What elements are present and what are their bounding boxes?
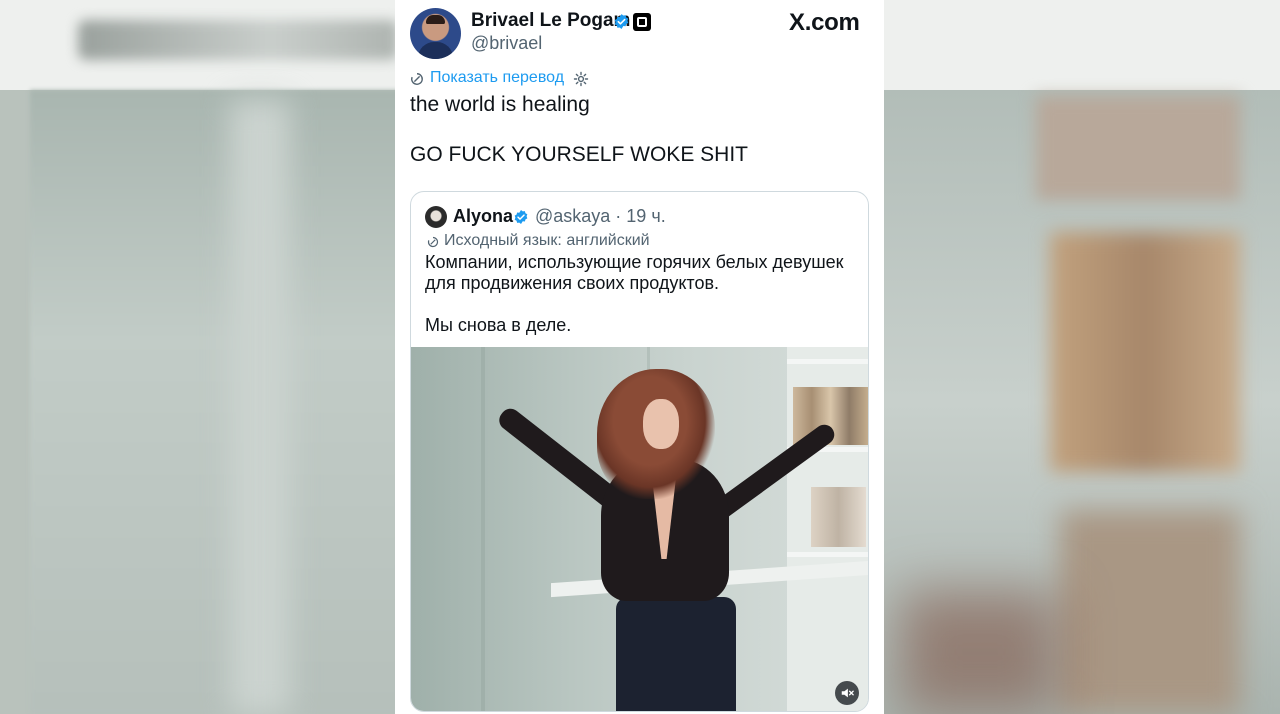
tweet-card: Brivael Le Pogam @brivael X.com Показать… <box>395 0 884 714</box>
brand-logo: X.com <box>789 9 860 36</box>
quote-paragraph: Компании, использующие горячих белых дев… <box>425 252 844 293</box>
background-books <box>1050 232 1240 472</box>
quote-paragraph: Мы снова в деле. <box>425 315 572 335</box>
background-left-strip <box>230 100 290 714</box>
quote-author-name[interactable]: Alyona <box>453 206 513 227</box>
affiliate-badge-icon <box>633 13 651 31</box>
verified-badge-icon <box>614 14 629 29</box>
muted-speaker-icon <box>841 688 854 698</box>
author-avatar[interactable] <box>410 8 461 59</box>
gear-icon[interactable] <box>573 71 589 87</box>
video-player[interactable] <box>411 347 868 711</box>
source-language-label: Исходный язык: английский <box>444 232 650 249</box>
background-hair-blur <box>900 590 1060 714</box>
background-left-wall <box>30 90 400 714</box>
author-handle[interactable]: @brivael <box>471 33 542 54</box>
background-blurred-title <box>78 20 398 60</box>
tweet-text-line: GO FUCK YOURSELF WOKE SHIT <box>410 143 748 166</box>
quote-handle-and-time[interactable]: @askaya · 19 ч. <box>535 206 666 227</box>
show-translation-link[interactable]: Показать перевод <box>430 69 564 87</box>
author-name[interactable]: Brivael Le Pogam <box>471 10 630 32</box>
quote-author-avatar[interactable] <box>425 206 447 228</box>
translate-icon <box>411 73 423 85</box>
background-lower-shelf <box>1060 510 1240 714</box>
mute-button[interactable] <box>835 681 859 705</box>
quote-text: Компании, использующие горячих белых дев… <box>425 252 855 336</box>
background-shelf <box>1036 96 1240 200</box>
quoted-tweet[interactable]: Alyona @askaya · 19 ч. Исходный язык: ан… <box>410 191 869 712</box>
verified-badge-icon <box>514 210 528 224</box>
translate-icon <box>427 236 439 248</box>
tweet-text-line: the world is healing <box>410 93 590 116</box>
